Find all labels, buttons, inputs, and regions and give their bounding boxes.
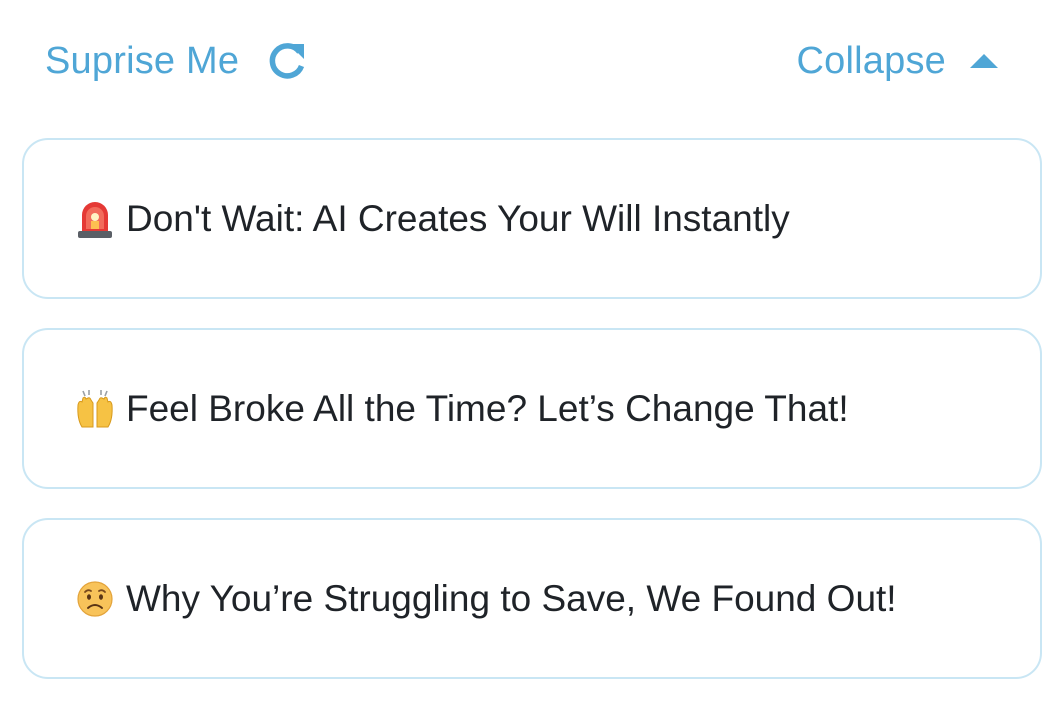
suggestion-card[interactable]: Don't Wait: AI Creates Your Will Instant… xyxy=(22,138,1042,299)
suggestion-text: Don't Wait: AI Creates Your Will Instant… xyxy=(126,197,790,239)
refresh-icon xyxy=(265,39,309,83)
collapse-label: Collapse xyxy=(796,39,946,82)
suggestion-text: Feel Broke All the Time? Let’s Change Th… xyxy=(126,387,849,429)
suggestion-card[interactable]: Feel Broke All the Time? Let’s Change Th… xyxy=(22,328,1042,489)
suggestion-list: Don't Wait: AI Creates Your Will Instant… xyxy=(22,138,1042,679)
caret-up-icon xyxy=(968,51,1000,71)
suggestions-toolbar: Suprise Me Collapse xyxy=(0,0,1062,122)
worried-face-icon xyxy=(76,579,114,619)
suggestions-panel: Suprise Me Collapse Don't Wait: AI Creat… xyxy=(0,0,1062,722)
siren-icon xyxy=(76,199,114,239)
raising-hands-icon xyxy=(76,389,114,429)
collapse-button[interactable]: Collapse xyxy=(797,36,1000,86)
suggestion-text: Why You’re Struggling to Save, We Found … xyxy=(126,577,897,619)
suggestion-card[interactable]: Why You’re Struggling to Save, We Found … xyxy=(22,518,1042,679)
surprise-me-label: Suprise Me xyxy=(45,39,240,82)
surprise-me-button[interactable]: Suprise Me xyxy=(45,36,309,86)
